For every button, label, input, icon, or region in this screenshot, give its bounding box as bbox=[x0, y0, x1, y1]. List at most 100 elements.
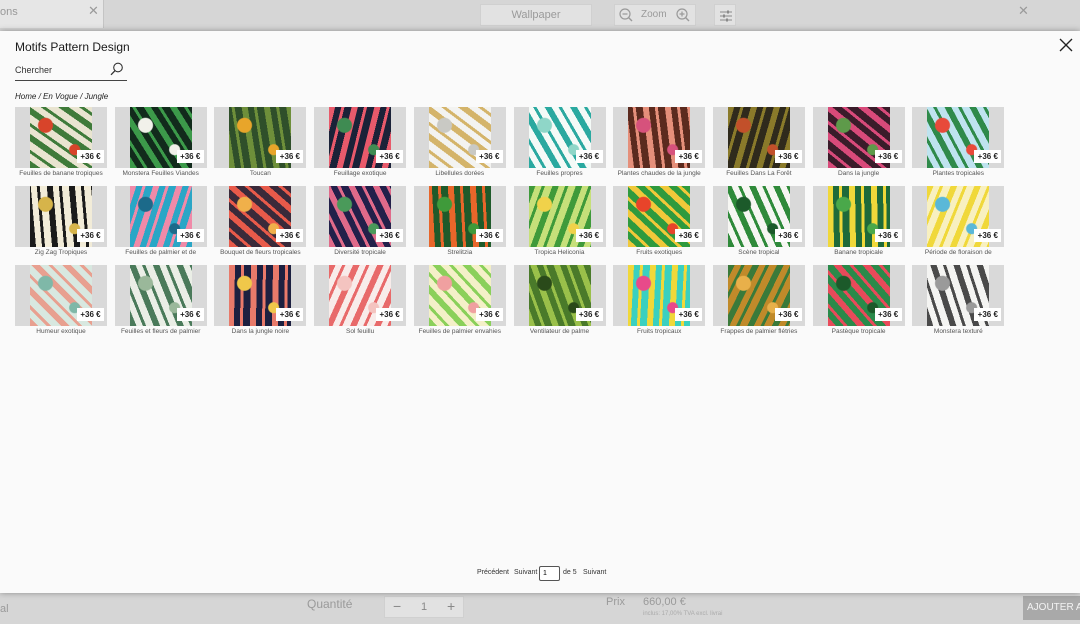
footer-left-label: al bbox=[0, 603, 9, 615]
pattern-name: Pastèque tropicale bbox=[831, 328, 886, 335]
price-badge: +36 € bbox=[974, 229, 1002, 242]
pattern-tile[interactable]: +36 € Feuillage exotique bbox=[314, 107, 407, 179]
pattern-tile[interactable]: +36 € Feuilles et fleurs de palmier bbox=[114, 265, 207, 337]
price-badge: +36 € bbox=[774, 308, 802, 321]
pattern-name: Libellules dorées bbox=[435, 170, 485, 177]
minus-icon[interactable]: − bbox=[393, 598, 401, 614]
pattern-name: Feuilles de palmier envahies bbox=[418, 328, 501, 335]
price-badge: +36 € bbox=[874, 308, 902, 321]
pattern-tile[interactable]: +36 € Libellules dorées bbox=[413, 107, 506, 179]
pattern-tile[interactable]: +36 € Sol feuillu bbox=[314, 265, 407, 337]
price-badge: +36 € bbox=[774, 150, 802, 163]
price-label: Prix bbox=[606, 596, 625, 608]
page-number-input[interactable] bbox=[539, 566, 560, 581]
pattern-tile[interactable]: +36 € Toucan bbox=[214, 107, 307, 179]
breadcrumb: Home / En Vogue / Jungle bbox=[15, 92, 108, 101]
pattern-tile[interactable]: +36 € Période de floraison de bbox=[912, 186, 1005, 258]
next-button[interactable]: Suivant bbox=[583, 569, 606, 576]
pattern-tile[interactable]: +36 € Feuilles de banane tropiques bbox=[15, 107, 107, 179]
pattern-name: Scène tropical bbox=[738, 249, 780, 256]
zoom-out-icon[interactable] bbox=[618, 7, 634, 23]
background-tab[interactable]: ons ✕ bbox=[0, 0, 104, 28]
pattern-name: Bouquet de fleurs tropicales bbox=[220, 249, 301, 256]
pattern-name: Feuilles Dans La Forêt bbox=[726, 170, 792, 177]
search-box bbox=[15, 60, 127, 81]
pattern-tile[interactable]: +36 € Monstera Feuilles Viandes bbox=[114, 107, 207, 179]
pattern-tile[interactable]: +36 € Feuilles de palmier envahies bbox=[413, 265, 506, 337]
search-input[interactable] bbox=[15, 62, 105, 78]
price-badge: +36 € bbox=[376, 229, 404, 242]
price-note: inclus: 17,00% TVA excl. livrai bbox=[643, 611, 723, 617]
pattern-name: Toucan bbox=[249, 170, 271, 177]
pattern-name: Feuilles de banane tropiques bbox=[19, 170, 103, 177]
pattern-tile[interactable]: +36 € Feuilles propres bbox=[513, 107, 606, 179]
price-badge: +36 € bbox=[376, 150, 404, 163]
pattern-picker-modal: Motifs Pattern Design Home / En Vogue / … bbox=[0, 31, 1080, 593]
pattern-tile[interactable]: +36 € Ventilateur de palme bbox=[513, 265, 606, 337]
pattern-tile[interactable]: +36 € Zig Zag Tropiques bbox=[15, 186, 107, 258]
price-badge: +36 € bbox=[675, 150, 703, 163]
zoom-control: Zoom bbox=[614, 4, 696, 26]
price-badge: +36 € bbox=[575, 150, 603, 163]
add-to-cart-button[interactable]: AJOUTER AU bbox=[1023, 596, 1080, 620]
pattern-name: Strelitzia bbox=[447, 249, 473, 256]
zoom-in-icon[interactable] bbox=[675, 7, 691, 23]
price-badge: +36 € bbox=[77, 229, 104, 242]
quantity-label: Quantité bbox=[307, 597, 353, 611]
pattern-tile[interactable]: +36 € Dans la jungle bbox=[812, 107, 905, 179]
pattern-name: Période de floraison de bbox=[924, 249, 992, 256]
settings-button[interactable] bbox=[714, 4, 736, 26]
page-count-label: de 5 bbox=[563, 569, 577, 576]
pattern-tile[interactable]: +36 € Tropica Heliconia bbox=[513, 186, 606, 258]
pattern-name: Fruits exotiques bbox=[636, 249, 683, 256]
breadcrumb-en-vogue[interactable]: En Vogue bbox=[43, 92, 78, 101]
pattern-name: Zig Zag Tropiques bbox=[34, 249, 88, 256]
close-icon[interactable]: ✕ bbox=[1018, 3, 1029, 19]
previous-button[interactable]: Précédent bbox=[477, 569, 509, 576]
background-tab-label: ons bbox=[0, 6, 18, 18]
pattern-tile[interactable]: +36 € Monstera texturé bbox=[912, 265, 1005, 337]
close-icon[interactable]: ✕ bbox=[88, 3, 99, 19]
pattern-tile[interactable]: +36 € Pastèque tropicale bbox=[812, 265, 905, 337]
app-footer: al Quantité − 1 + Prix 660,00 € inclus: … bbox=[0, 592, 1080, 624]
modal-title: Motifs Pattern Design bbox=[15, 40, 130, 54]
quantity-value[interactable]: 1 bbox=[421, 601, 427, 613]
price-badge: +36 € bbox=[176, 308, 204, 321]
price-badge: +36 € bbox=[874, 229, 902, 242]
pattern-name: Ventilateur de palme bbox=[529, 328, 590, 335]
pattern-name: Plantes tropicales bbox=[932, 170, 984, 177]
pattern-tile[interactable]: +36 € Feuilles de palmier et de bbox=[114, 186, 207, 258]
pattern-name: Feuilles propres bbox=[536, 170, 583, 177]
breadcrumb-jungle[interactable]: Jungle bbox=[85, 92, 109, 101]
pattern-tile[interactable]: +36 € Bouquet de fleurs tropicales bbox=[214, 186, 307, 258]
pattern-name: Frappes de palmier flétries bbox=[720, 328, 798, 335]
app-toolbar: ons ✕ Wallpaper Zoom ✕ bbox=[0, 0, 1080, 32]
pattern-tile[interactable]: +36 € Strelitzia bbox=[413, 186, 506, 258]
pattern-tile[interactable]: +36 € Frappes de palmier flétries bbox=[712, 265, 805, 337]
breadcrumb-home[interactable]: Home bbox=[15, 92, 36, 101]
pattern-tile[interactable]: +36 € Scène tropical bbox=[712, 186, 805, 258]
pattern-tile[interactable]: +36 € Humeur exotique bbox=[15, 265, 107, 337]
price-badge: +36 € bbox=[675, 308, 703, 321]
price-badge: +36 € bbox=[77, 308, 104, 321]
plus-icon[interactable]: + bbox=[447, 598, 455, 614]
pattern-tile[interactable]: +36 € Diversité tropicale bbox=[314, 186, 407, 258]
pattern-tile[interactable]: +36 € Dans la jungle noire bbox=[214, 265, 307, 337]
price-badge: +36 € bbox=[77, 150, 104, 163]
pattern-name: Monstera texturé bbox=[933, 328, 983, 335]
pattern-tile[interactable]: +36 € Feuilles Dans La Forêt bbox=[712, 107, 805, 179]
pattern-tile[interactable]: +36 € Plantes chaudes de la jungle bbox=[613, 107, 706, 179]
pattern-name: Monstera Feuilles Viandes bbox=[122, 170, 199, 177]
pattern-tile[interactable]: +36 € Fruits exotiques bbox=[613, 186, 706, 258]
close-icon[interactable] bbox=[1058, 37, 1074, 53]
pattern-tile[interactable]: +36 € Plantes tropicales bbox=[912, 107, 1005, 179]
search-icon[interactable] bbox=[110, 62, 124, 76]
quantity-stepper: − 1 + bbox=[384, 596, 464, 618]
price-badge: +36 € bbox=[575, 308, 603, 321]
price-badge: +36 € bbox=[475, 150, 503, 163]
price-badge: +36 € bbox=[276, 308, 304, 321]
next-label: Suivant bbox=[514, 569, 538, 576]
pattern-tile[interactable]: +36 € Banane tropicale bbox=[812, 186, 905, 258]
wallpaper-button[interactable]: Wallpaper bbox=[480, 4, 592, 26]
pattern-tile[interactable]: +36 € Fruits tropicaux bbox=[613, 265, 706, 337]
